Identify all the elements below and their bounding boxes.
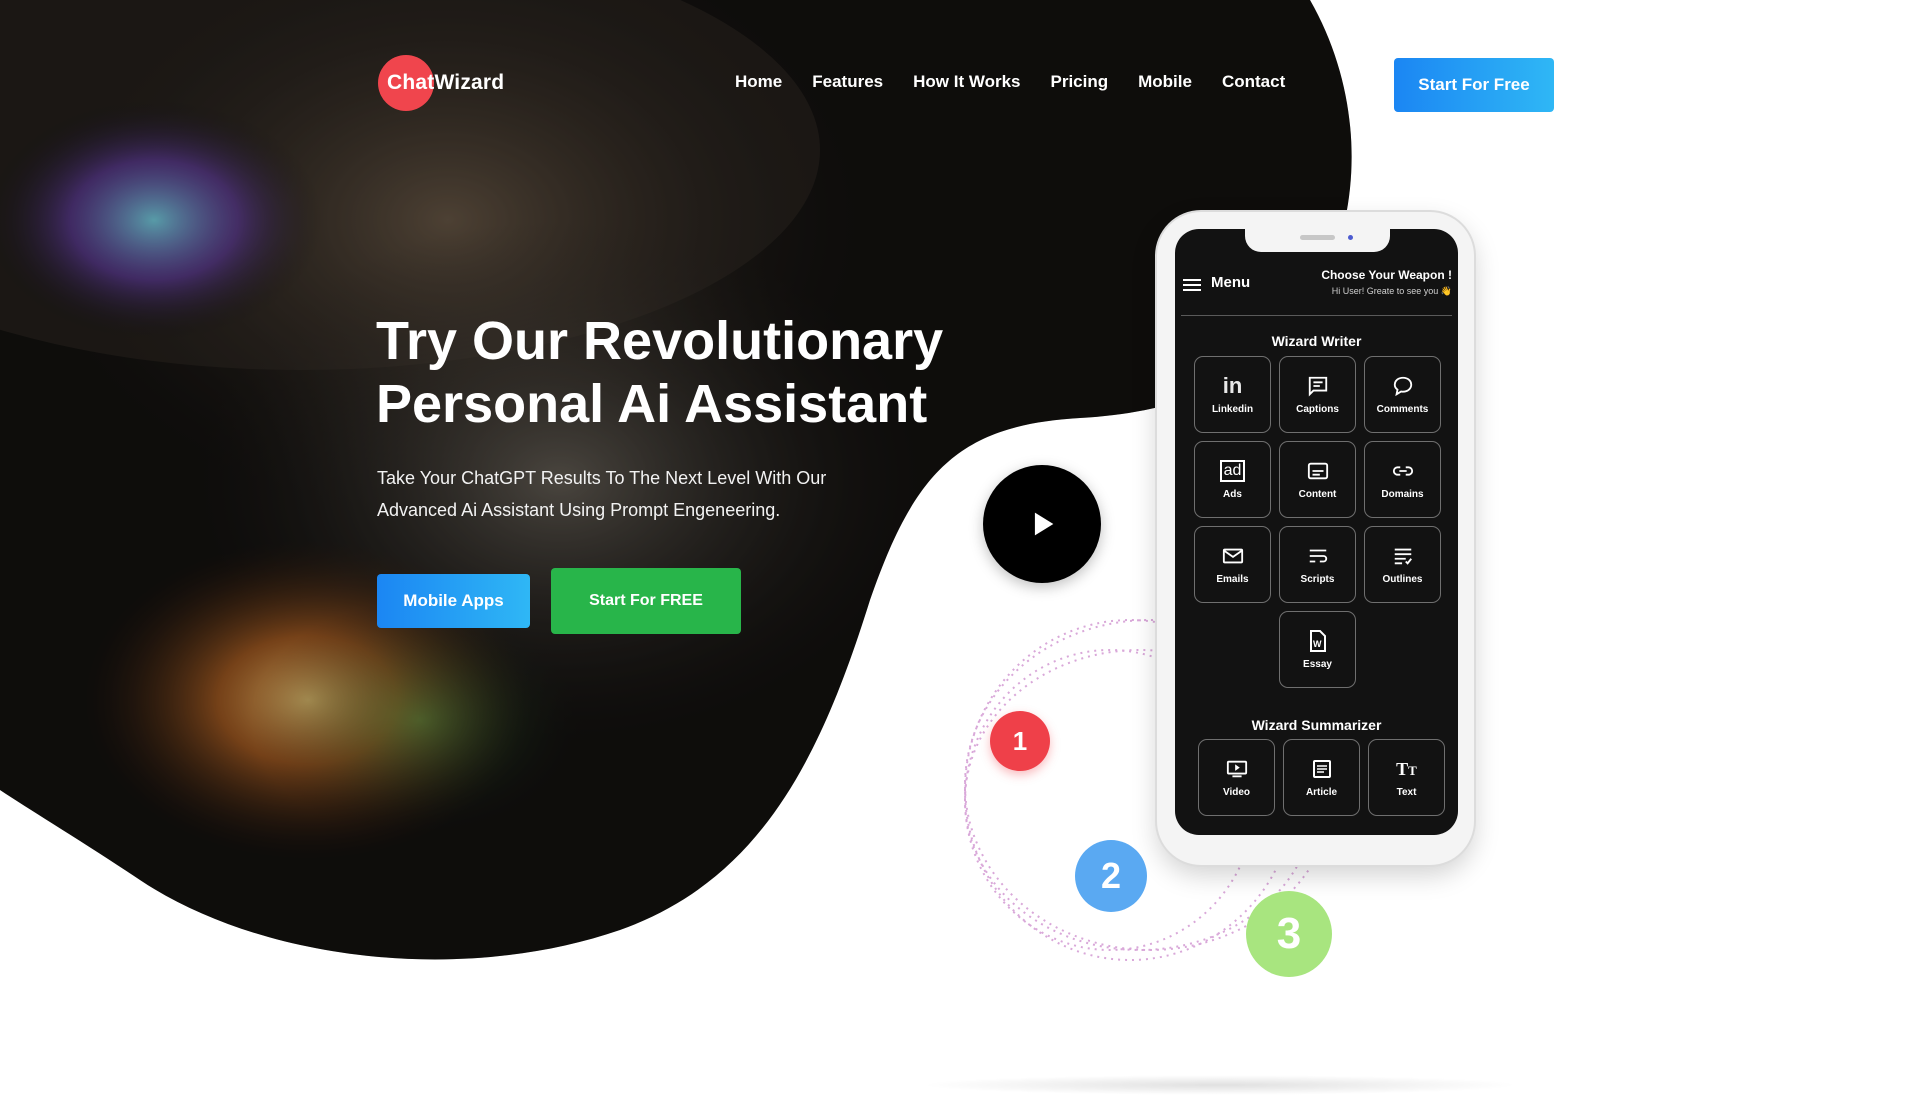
play-video-button[interactable]: [983, 465, 1101, 583]
phone-screen: Menu Choose Your Weapon ! Hi User! Great…: [1175, 229, 1458, 835]
tool-label: Captions: [1296, 404, 1339, 415]
scripts-icon: [1307, 544, 1329, 568]
tool-captions[interactable]: Captions: [1279, 356, 1356, 433]
hero-subtitle-line-2: Advanced Ai Assistant Using Prompt Engen…: [377, 500, 781, 520]
tool-content[interactable]: Content: [1279, 441, 1356, 518]
logo-text: ChatWizard: [387, 71, 505, 94]
tool-label: Scripts: [1300, 574, 1335, 585]
tool-label: Essay: [1303, 659, 1332, 670]
camera-dot: [1348, 235, 1353, 240]
tool-domains[interactable]: Domains: [1364, 441, 1441, 518]
hero-title-line-1: Try Our Revolutionary: [376, 311, 944, 371]
nav-mobile[interactable]: Mobile: [1138, 72, 1192, 92]
tool-comments[interactable]: Comments: [1364, 356, 1441, 433]
start-for-free-button[interactable]: Start For FREE: [551, 568, 741, 634]
tool-emails[interactable]: Emails: [1194, 526, 1271, 603]
nav-contact[interactable]: Contact: [1222, 72, 1285, 92]
tool-ads[interactable]: ad Ads: [1194, 441, 1271, 518]
tool-essay[interactable]: W Essay: [1279, 611, 1356, 688]
outlines-icon: [1392, 544, 1414, 568]
mobile-apps-button[interactable]: Mobile Apps: [377, 574, 530, 628]
greeting-text: Hi User! Greate to see you 👋: [1331, 286, 1452, 296]
svg-text:W: W: [1313, 639, 1322, 649]
text-icon: TT: [1396, 758, 1417, 779]
tool-linkedin[interactable]: in Linkedin: [1194, 356, 1271, 433]
menu-label[interactable]: Menu: [1211, 274, 1250, 291]
tool-label: Text: [1396, 787, 1417, 798]
tool-label: Ads: [1223, 489, 1242, 500]
tool-label: Linkedin: [1211, 404, 1254, 415]
tool-scripts[interactable]: Scripts: [1279, 526, 1356, 603]
logo[interactable]: ChatWizard: [378, 55, 504, 111]
tool-label: Domains: [1381, 489, 1424, 500]
essay-icon: W: [1309, 629, 1327, 653]
tool-label: Article: [1305, 787, 1338, 798]
nav-how-it-works[interactable]: How It Works: [913, 72, 1020, 92]
content-icon: [1307, 459, 1329, 483]
tool-outlines[interactable]: Outlines: [1364, 526, 1441, 603]
tool-label: Outlines: [1382, 574, 1423, 585]
tool-label: Comments: [1376, 404, 1429, 415]
captions-icon: [1307, 374, 1329, 398]
hero-subtitle: Take Your ChatGPT Results To The Next Le…: [377, 462, 877, 526]
main-nav: Home Features How It Works Pricing Mobil…: [735, 72, 1285, 92]
tool-label: Video: [1222, 787, 1251, 798]
nav-features[interactable]: Features: [812, 72, 883, 92]
nav-pricing[interactable]: Pricing: [1050, 72, 1108, 92]
hero-title: Try Our Revolutionary Personal Ai Assist…: [376, 310, 1016, 436]
tool-label: Emails: [1216, 574, 1249, 585]
linkedin-icon: in: [1222, 373, 1243, 398]
phone-mockup: Menu Choose Your Weapon ! Hi User! Great…: [1157, 212, 1474, 865]
hero-title-line-2: Personal Ai Assistant: [376, 374, 928, 434]
play-icon: [1034, 512, 1054, 536]
app-header: Menu Choose Your Weapon ! Hi User! Great…: [1175, 267, 1458, 317]
choose-weapon-title: Choose Your Weapon !: [1321, 268, 1452, 282]
tool-article[interactable]: Article: [1283, 739, 1360, 816]
section-bottom-shadow: [920, 1075, 1520, 1095]
article-icon: [1312, 757, 1332, 781]
tool-text[interactable]: TT Text: [1368, 739, 1445, 816]
speaker-bar: [1300, 235, 1335, 240]
hamburger-menu-icon[interactable]: [1183, 279, 1201, 294]
wizard-summarizer-title: Wizard Summarizer: [1251, 717, 1382, 733]
wizard-writer-title: Wizard Writer: [1271, 333, 1362, 349]
comments-icon: [1391, 374, 1415, 398]
domains-icon: [1392, 459, 1414, 483]
tool-label: Content: [1298, 489, 1337, 500]
orbit-decoration: [964, 619, 1336, 961]
tool-video[interactable]: Video: [1198, 739, 1275, 816]
app-divider: [1181, 315, 1452, 316]
nav-home[interactable]: Home: [735, 72, 782, 92]
step-1-badge: 1: [990, 711, 1050, 771]
video-icon: [1226, 757, 1248, 781]
phone-notch: [1245, 229, 1390, 252]
header-start-for-free-button[interactable]: Start For Free: [1394, 58, 1554, 112]
step-2-badge: 2: [1075, 840, 1147, 912]
ads-icon: ad: [1219, 459, 1246, 483]
hero-subtitle-line-1: Take Your ChatGPT Results To The Next Le…: [377, 468, 827, 488]
email-icon: [1222, 544, 1244, 568]
step-3-badge: 3: [1246, 891, 1332, 977]
